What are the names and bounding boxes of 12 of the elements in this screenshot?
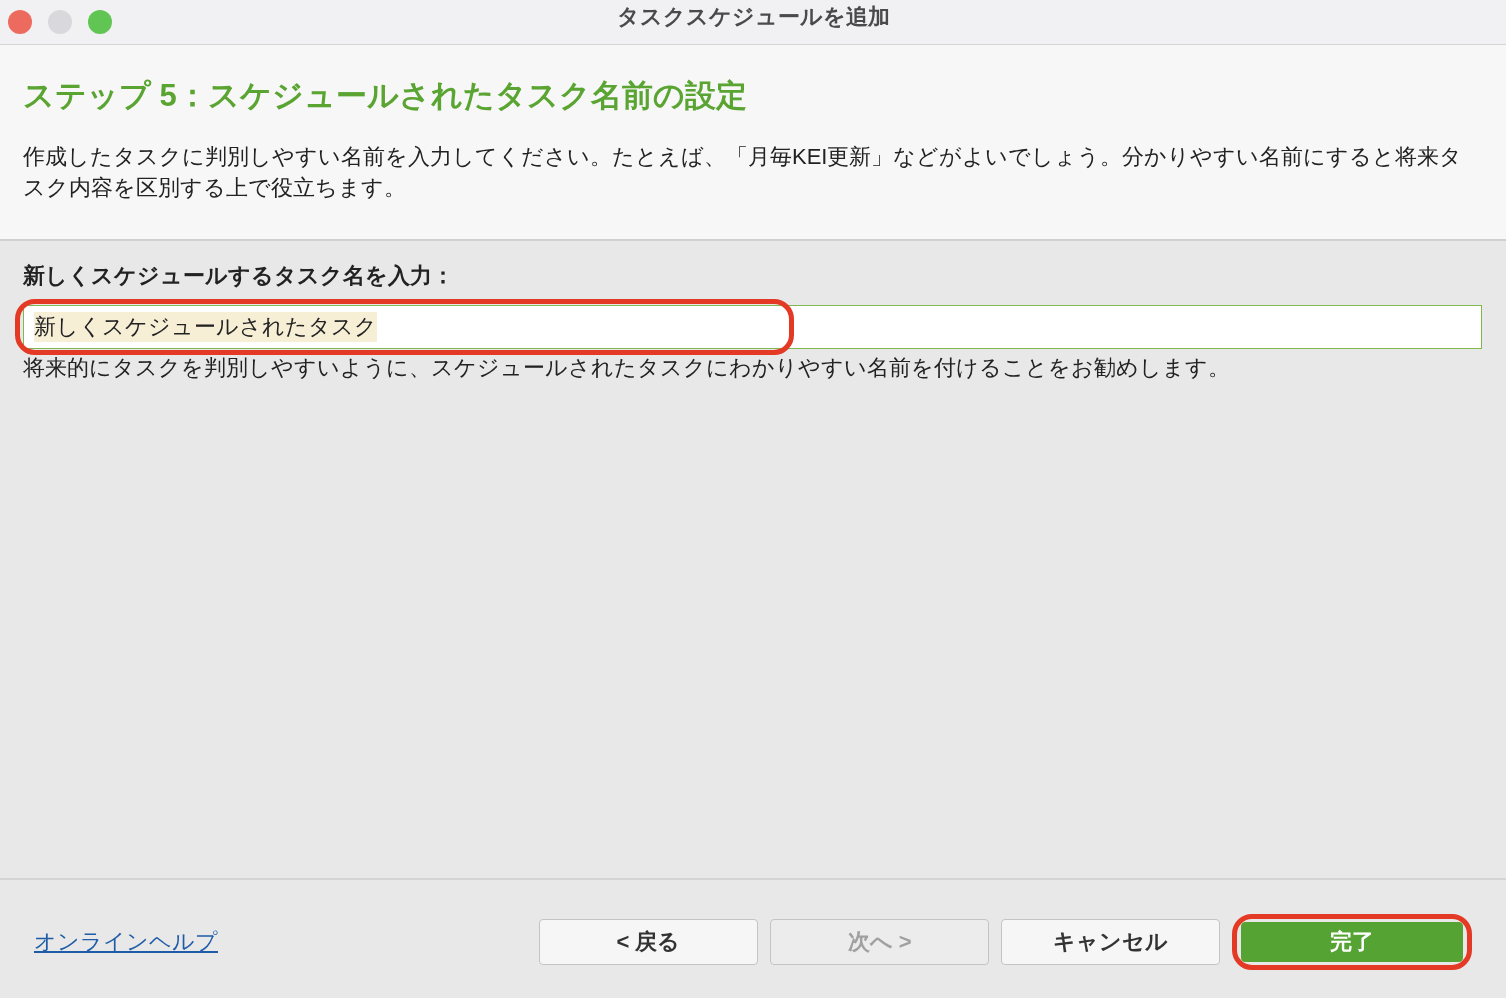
step-description: 作成したタスクに判別しやすい名前を入力してください。たとえば、「月毎KEI更新」などがよいでしょう。分かりやすい名前にすると将来タスク内容を区別する上で役立ちます。: [23, 143, 1464, 202]
wizard-button[interactable]: < 戻る: [539, 919, 758, 965]
close-icon[interactable]: [8, 10, 32, 34]
step-heading: ステップ 5：スケジュールされたタスク名前の設定: [23, 77, 748, 115]
zoom-icon[interactable]: [88, 10, 112, 34]
field-hint: 将来的にタスクを判別しやすいように、スケジュールされたタスクにわかりやすい名前を付けることをお勧めします。: [23, 354, 1231, 382]
window-title: タスクスケジュールを追加: [616, 3, 890, 31]
field-label: 新しくスケジュールするタスク名を入力：: [23, 262, 455, 290]
task-name-field[interactable]: 新しくスケジュールされたタスク: [23, 305, 1482, 349]
online-help-link[interactable]: オンラインヘルプ: [34, 927, 218, 957]
minimize-icon[interactable]: [48, 10, 72, 34]
wizard-button[interactable]: キャンセル: [1001, 919, 1220, 965]
